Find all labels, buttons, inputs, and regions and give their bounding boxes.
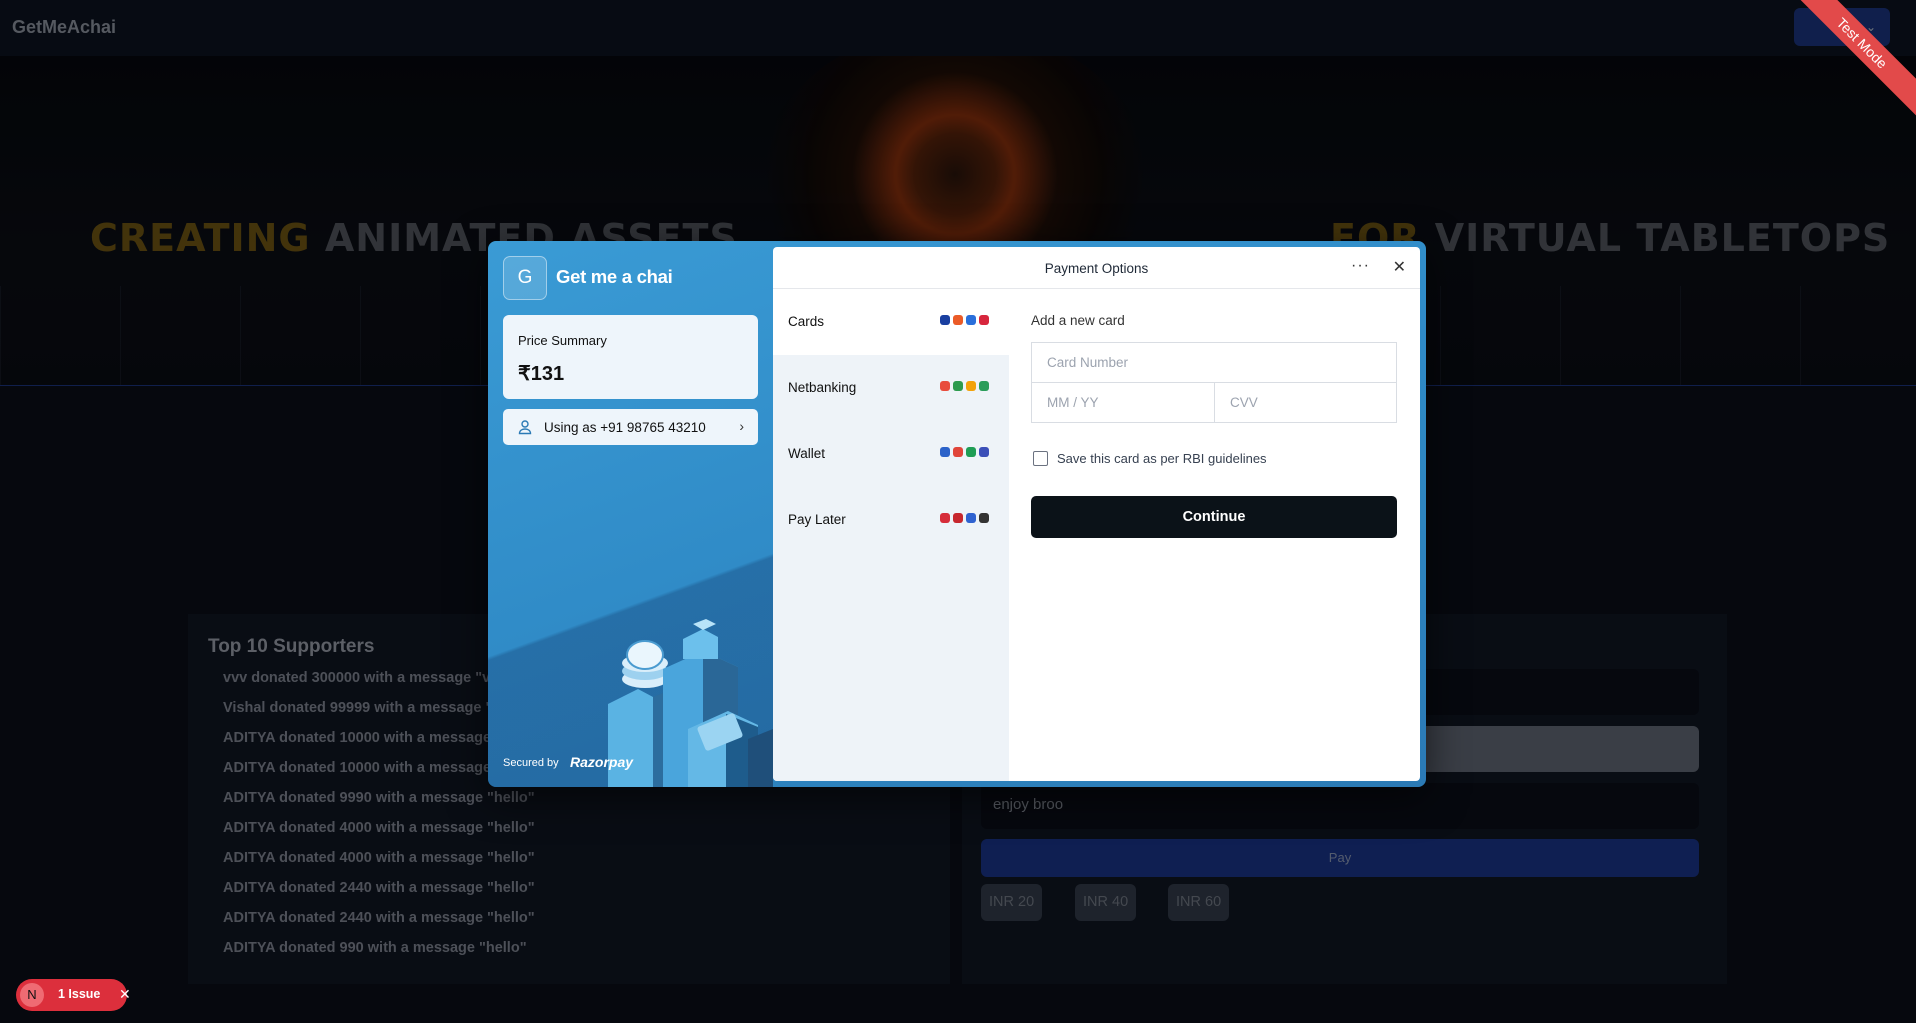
bank-icon [966,381,976,391]
card-number-placeholder: Card Number [1047,355,1129,370]
bank-icon [940,381,950,391]
checkout-sidebar: G Get me a chai Price Summary ₹131 Using… [488,241,773,787]
save-card-checkbox[interactable] [1033,451,1048,466]
price-summary: Price Summary ₹131 [503,315,758,399]
visa-icon [940,315,950,325]
expiry-input[interactable]: MM / YY [1031,382,1215,423]
next-logo-icon: N [20,983,44,1007]
cvv-input[interactable]: CVV [1214,382,1397,423]
method-wallet[interactable]: Wallet [773,421,1009,487]
method-cards[interactable]: Cards [773,289,1009,355]
continue-button[interactable]: Continue [1031,496,1397,538]
checkout-modal: G Get me a chai Price Summary ₹131 Using… [488,241,1426,787]
add-card-label: Add a new card [1031,313,1125,328]
pay-later-provider-icon [979,513,989,523]
payment-options-title: Payment Options [1044,261,1149,276]
merchant-logo: G [503,256,547,300]
razorpay-logo: Razorpay [570,754,634,770]
card-network-icons [940,315,989,325]
close-icon[interactable]: ✕ [119,986,131,1003]
cvv-placeholder: CVV [1230,395,1258,410]
card-number-input[interactable]: Card Number [1031,342,1397,383]
user-contact-text: Using as +91 98765 43210 [544,420,706,435]
mastercard-icon [953,315,963,325]
rupay-icon [966,315,976,325]
wallet-icon [953,447,963,457]
bank-icon [979,381,989,391]
expiry-placeholder: MM / YY [1047,395,1099,410]
issue-badge[interactable]: N 1 Issue ✕ [16,979,131,1011]
method-label: Netbanking [788,380,857,395]
test-mode-label: Test Mode [1786,0,1916,123]
issue-count[interactable]: 1 Issue [58,987,100,1001]
bank-icons [940,381,989,391]
payment-options-panel: Payment Options ··· ✕ Cards Netbanking W… [773,247,1420,781]
chevron-right-icon: › [739,418,744,434]
wallet-icon [940,447,950,457]
method-label: Wallet [788,446,826,461]
wallet-icon [966,447,976,457]
method-label: Cards [788,314,825,329]
method-pay-later[interactable]: Pay Later [773,487,1009,553]
more-options-icon[interactable]: ··· [1351,257,1370,275]
payment-options-header: Payment Options ··· ✕ [773,247,1420,289]
pay-later-provider-icon [966,513,976,523]
merchant-name: Get me a chai [556,266,673,287]
payment-methods-list: Cards Netbanking Wallet Pay Later [773,289,1009,781]
price-summary-label: Price Summary [518,333,607,348]
test-mode-ribbon: Test Mode [1786,0,1916,130]
close-icon[interactable]: ✕ [1393,257,1406,277]
wallet-icons [940,447,989,457]
pay-later-provider-icon [953,513,963,523]
user-icon [518,420,532,435]
save-card-label[interactable]: Save this card as per RBI guidelines [1057,451,1267,466]
method-netbanking[interactable]: Netbanking [773,355,1009,421]
secured-by-label: Secured by [503,757,559,769]
maestro-icon [979,315,989,325]
wallet-icon [979,447,989,457]
bank-icon [953,381,963,391]
pay-later-provider-icon [940,513,950,523]
method-label: Pay Later [788,512,846,527]
pay-later-icons [940,513,989,523]
user-contact-button[interactable]: Using as +91 98765 43210 › [503,409,758,445]
price-amount: ₹131 [518,363,565,385]
